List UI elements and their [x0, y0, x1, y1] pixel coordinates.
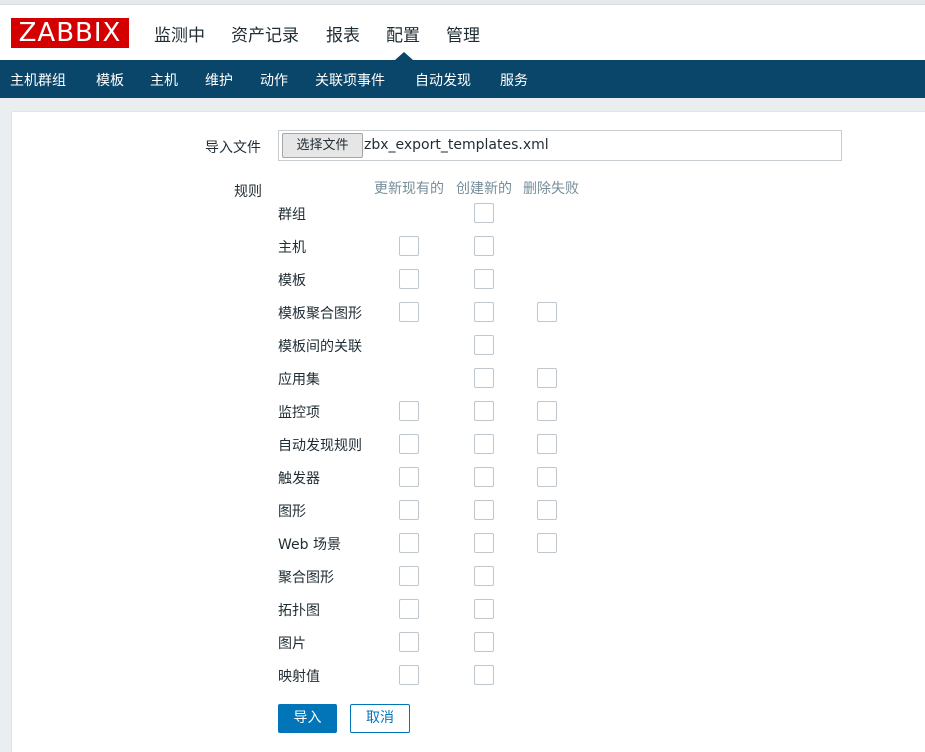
rule-update-checkbox[interactable] [399, 665, 419, 685]
sub-nav-hosts[interactable]: 主机 [150, 70, 178, 90]
main-nav-reports[interactable]: 报表 [326, 21, 360, 46]
rule-delete-checkbox[interactable] [537, 368, 557, 388]
main-nav-monitoring[interactable]: 监测中 [154, 21, 205, 46]
import-file-label: 导入文件 [205, 140, 261, 156]
cancel-button[interactable]: 取消 [350, 704, 410, 733]
active-nav-indicator [395, 52, 413, 60]
main-nav-configuration[interactable]: 配置 [386, 21, 420, 46]
rule-update-checkbox[interactable] [399, 467, 419, 487]
rule-create-checkbox[interactable] [474, 500, 494, 520]
rule-create-checkbox[interactable] [474, 434, 494, 454]
rule-delete-checkbox[interactable] [537, 533, 557, 553]
sub-nav-host-groups[interactable]: 主机群组 [10, 70, 66, 90]
rule-create-checkbox[interactable] [474, 401, 494, 421]
rule-update-checkbox[interactable] [399, 533, 419, 553]
rules-label: 规则 [234, 184, 262, 200]
rule-label: 映射值 [278, 669, 320, 685]
zabbix-logo[interactable]: ZABBIX [11, 18, 129, 48]
rule-create-checkbox[interactable] [474, 203, 494, 223]
rule-update-checkbox[interactable] [399, 236, 419, 256]
column-update-existing: 更新现有的 [374, 181, 444, 197]
rule-label: 应用集 [278, 372, 320, 388]
rule-label: 群组 [278, 207, 306, 223]
import-form-panel: 导入文件 选择文件 zbx_export_templates.xml 规则 更新… [11, 111, 925, 752]
rule-label: 图形 [278, 504, 306, 520]
sub-nav-discovery[interactable]: 自动发现 [415, 70, 471, 90]
rule-create-checkbox[interactable] [474, 302, 494, 322]
main-nav-inventory[interactable]: 资产记录 [231, 21, 299, 46]
rule-update-checkbox[interactable] [399, 500, 419, 520]
rule-create-checkbox[interactable] [474, 632, 494, 652]
rule-update-checkbox[interactable] [399, 566, 419, 586]
rule-label: Web 场景 [278, 537, 341, 553]
rule-create-checkbox[interactable] [474, 665, 494, 685]
rule-label: 触发器 [278, 471, 320, 487]
rule-update-checkbox[interactable] [399, 269, 419, 289]
rule-label: 图片 [278, 636, 306, 652]
rule-delete-checkbox[interactable] [537, 302, 557, 322]
sub-nav-actions[interactable]: 动作 [260, 70, 288, 90]
rule-label: 模板聚合图形 [278, 306, 362, 322]
rule-label: 主机 [278, 240, 306, 256]
rule-create-checkbox[interactable] [474, 566, 494, 586]
rule-label: 自动发现规则 [278, 438, 362, 454]
rule-delete-checkbox[interactable] [537, 401, 557, 421]
rule-create-checkbox[interactable] [474, 236, 494, 256]
rule-update-checkbox[interactable] [399, 632, 419, 652]
rule-create-checkbox[interactable] [474, 269, 494, 289]
file-input[interactable]: 选择文件 zbx_export_templates.xml [278, 130, 842, 161]
rule-delete-checkbox[interactable] [537, 467, 557, 487]
rule-update-checkbox[interactable] [399, 434, 419, 454]
choose-file-button[interactable]: 选择文件 [282, 133, 363, 158]
column-create-new: 创建新的 [456, 181, 512, 197]
rule-create-checkbox[interactable] [474, 533, 494, 553]
rule-label: 模板间的关联 [278, 339, 362, 355]
sub-nav-templates[interactable]: 模板 [96, 70, 124, 90]
rule-label: 模板 [278, 273, 306, 289]
import-button[interactable]: 导入 [278, 704, 337, 733]
sub-nav-maintenance[interactable]: 维护 [205, 70, 233, 90]
rule-update-checkbox[interactable] [399, 401, 419, 421]
sub-nav-correlation[interactable]: 关联项事件 [315, 70, 385, 90]
top-header: ZABBIX 监测中 资产记录 报表 配置 管理 [0, 5, 925, 60]
rule-delete-checkbox[interactable] [537, 500, 557, 520]
rule-delete-checkbox[interactable] [537, 434, 557, 454]
rule-create-checkbox[interactable] [474, 599, 494, 619]
rule-label: 拓扑图 [278, 603, 320, 619]
selected-file-name: zbx_export_templates.xml [364, 137, 549, 153]
sub-nav: 主机群组 模板 主机 维护 动作 关联项事件 自动发现 服务 [0, 60, 925, 98]
rule-update-checkbox[interactable] [399, 302, 419, 322]
rule-create-checkbox[interactable] [474, 368, 494, 388]
rule-label: 聚合图形 [278, 570, 334, 586]
main-nav-administration[interactable]: 管理 [446, 21, 480, 46]
rule-update-checkbox[interactable] [399, 599, 419, 619]
sub-nav-services[interactable]: 服务 [500, 70, 528, 90]
column-delete-missing: 删除失败 [523, 181, 579, 197]
rule-create-checkbox[interactable] [474, 335, 494, 355]
rule-create-checkbox[interactable] [474, 467, 494, 487]
rule-label: 监控项 [278, 405, 320, 421]
